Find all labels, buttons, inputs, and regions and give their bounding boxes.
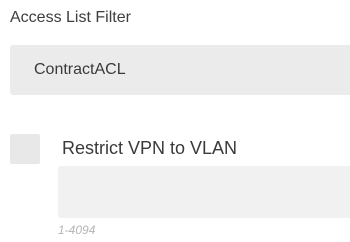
restrict-vpn-label[interactable]: Restrict VPN to VLAN [62, 136, 237, 160]
vlan-range-hint: 1-4094 [58, 223, 96, 237]
access-list-filter-select[interactable]: ContractACL [10, 45, 350, 95]
restrict-vpn-checkbox[interactable] [10, 134, 40, 164]
access-list-filter-label: Access List Filter [10, 9, 131, 26]
vlan-id-input[interactable] [58, 166, 350, 218]
access-list-filter-value: ContractACL [34, 61, 126, 78]
